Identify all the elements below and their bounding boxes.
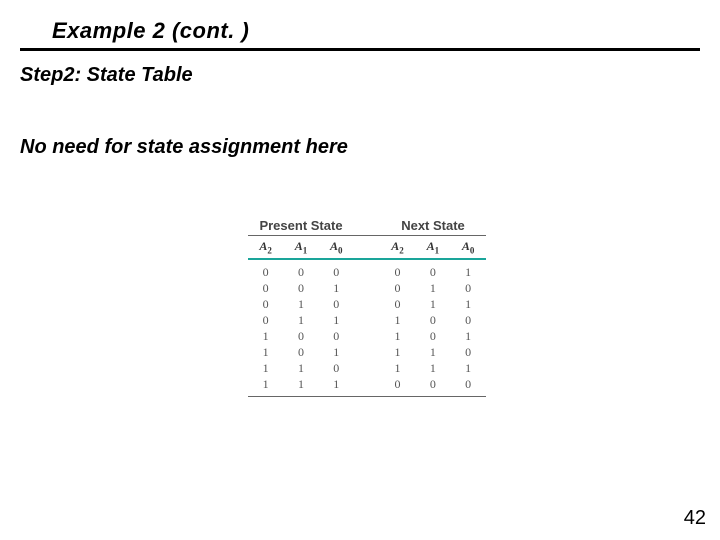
table-cell: 0 xyxy=(248,280,283,296)
state-table: Present State Next State A2 A1 A0 A2 A1 … xyxy=(248,218,486,397)
table-body: 0000010010100100110111001001011011101101… xyxy=(248,264,486,392)
table-cell: 1 xyxy=(283,312,318,328)
table-row: 100101 xyxy=(248,328,486,344)
table-cell: 1 xyxy=(380,344,415,360)
table-cell: 0 xyxy=(319,360,354,376)
table-cell: 0 xyxy=(248,264,283,280)
row-gap xyxy=(354,280,380,296)
col-a1-present: A1 xyxy=(283,239,318,255)
table-cell: 0 xyxy=(248,312,283,328)
col-a1-next: A1 xyxy=(415,239,450,255)
group-present-state: Present State xyxy=(248,218,354,233)
table-cell: 1 xyxy=(319,280,354,296)
table-row: 011100 xyxy=(248,312,486,328)
table-cell: 0 xyxy=(450,280,485,296)
table-cell: 0 xyxy=(380,376,415,392)
table-cell: 1 xyxy=(319,312,354,328)
title-rule xyxy=(20,48,700,51)
table-cell: 0 xyxy=(415,312,450,328)
table-group-header: Present State Next State xyxy=(248,218,486,233)
table-row: 111000 xyxy=(248,376,486,392)
table-cell: 1 xyxy=(248,360,283,376)
table-cell: 1 xyxy=(450,296,485,312)
table-cell: 0 xyxy=(415,328,450,344)
table-cell: 0 xyxy=(415,264,450,280)
table-row: 001010 xyxy=(248,280,486,296)
end-rule xyxy=(248,396,486,397)
page-number: 42 xyxy=(684,507,706,530)
table-cell: 1 xyxy=(248,328,283,344)
row-gap xyxy=(354,360,380,376)
row-gap xyxy=(354,296,380,312)
group-next-state: Next State xyxy=(380,218,486,233)
table-cell: 1 xyxy=(415,344,450,360)
table-cell: 1 xyxy=(415,280,450,296)
col-a0-present: A0 xyxy=(319,239,354,255)
table-cell: 0 xyxy=(380,264,415,280)
row-gap xyxy=(354,344,380,360)
group-rule xyxy=(248,235,486,236)
table-cell: 1 xyxy=(319,376,354,392)
table-cell: 0 xyxy=(319,296,354,312)
table-cell: 0 xyxy=(450,376,485,392)
table-row: 010011 xyxy=(248,296,486,312)
row-gap xyxy=(354,312,380,328)
note-text: No need for state assignment here xyxy=(20,136,348,159)
table-cell: 1 xyxy=(248,376,283,392)
col-a2-present: A2 xyxy=(248,239,283,255)
table-cell: 1 xyxy=(380,328,415,344)
table-cell: 1 xyxy=(283,296,318,312)
table-cell: 1 xyxy=(319,344,354,360)
table-cell: 0 xyxy=(415,376,450,392)
column-rule xyxy=(248,258,486,260)
table-cell: 1 xyxy=(380,312,415,328)
table-row: 000001 xyxy=(248,264,486,280)
table-cell: 0 xyxy=(283,280,318,296)
table-column-header: A2 A1 A0 A2 A1 A0 xyxy=(248,239,486,255)
table-cell: 0 xyxy=(283,264,318,280)
table-cell: 0 xyxy=(248,296,283,312)
table-cell: 1 xyxy=(415,360,450,376)
table-cell: 0 xyxy=(450,312,485,328)
col-a2-next: A2 xyxy=(380,239,415,255)
table-cell: 0 xyxy=(380,280,415,296)
row-gap xyxy=(354,264,380,280)
row-gap xyxy=(354,328,380,344)
table-cell: 0 xyxy=(380,296,415,312)
table-cell: 1 xyxy=(415,296,450,312)
table-cell: 0 xyxy=(450,344,485,360)
table-cell: 1 xyxy=(283,376,318,392)
table-cell: 0 xyxy=(319,264,354,280)
table-cell: 0 xyxy=(319,328,354,344)
table-row: 101110 xyxy=(248,344,486,360)
table-cell: 1 xyxy=(450,328,485,344)
table-cell: 1 xyxy=(380,360,415,376)
group-gap xyxy=(354,218,380,233)
slide-title: Example 2 (cont. ) xyxy=(52,18,249,44)
table-cell: 1 xyxy=(450,264,485,280)
step-heading: Step2: State Table xyxy=(20,64,193,87)
table-cell: 1 xyxy=(248,344,283,360)
col-gap xyxy=(354,239,380,255)
table-cell: 1 xyxy=(283,360,318,376)
col-a0-next: A0 xyxy=(450,239,485,255)
table-cell: 0 xyxy=(283,344,318,360)
table-cell: 0 xyxy=(283,328,318,344)
table-cell: 1 xyxy=(450,360,485,376)
row-gap xyxy=(354,376,380,392)
table-row: 110111 xyxy=(248,360,486,376)
